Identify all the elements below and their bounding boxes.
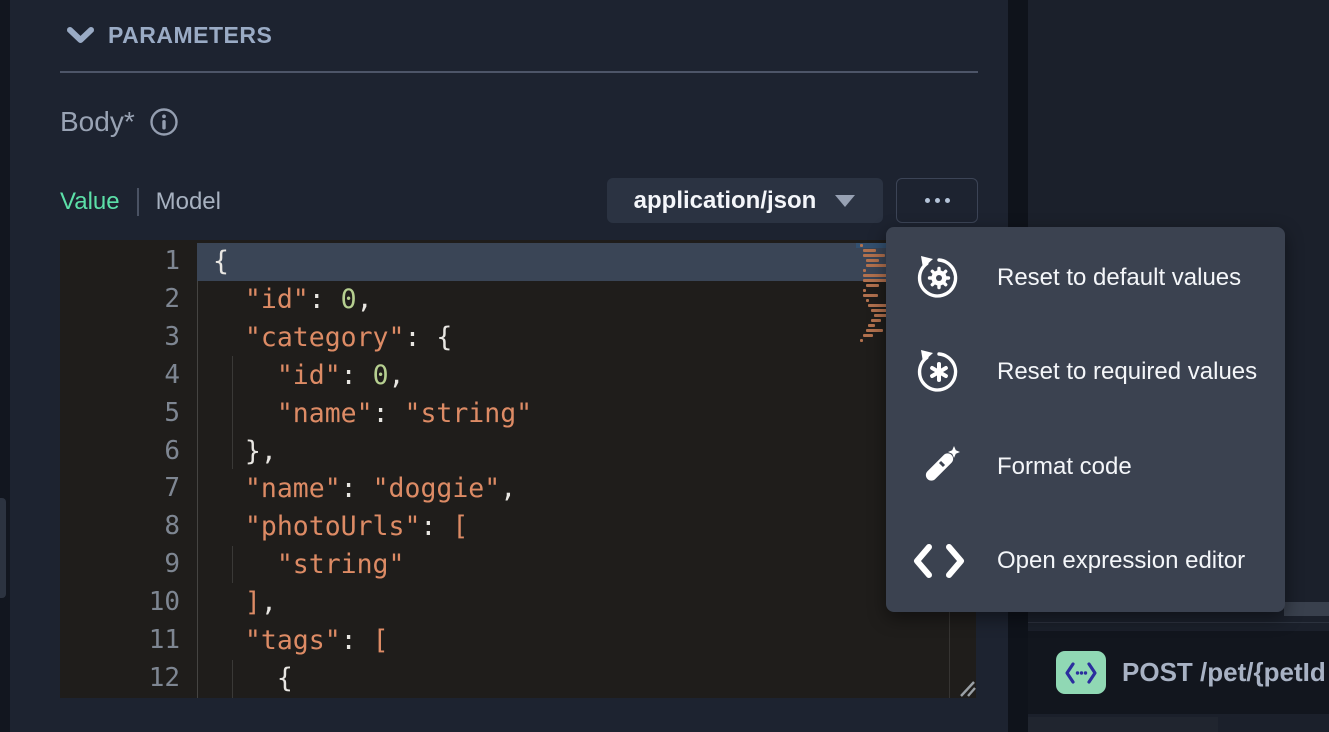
reset-required-icon bbox=[911, 344, 967, 400]
body-view-tabs: Value Model bbox=[60, 188, 221, 216]
expression-editor-icon bbox=[911, 533, 967, 589]
parameters-panel: PARAMETERS Body* Value Model application… bbox=[10, 0, 1008, 732]
content-type-value: application/json bbox=[634, 187, 817, 215]
code-lines[interactable]: { "id": 0, "category": { "id": 0, "name"… bbox=[213, 243, 532, 698]
indent-guide bbox=[232, 356, 233, 469]
indent-guide bbox=[232, 546, 233, 583]
ellipsis-icon bbox=[925, 198, 930, 203]
section-divider bbox=[60, 71, 978, 73]
sidebar-row-fragment bbox=[1028, 717, 1218, 732]
sidebar-scroll-fragment bbox=[1284, 602, 1329, 616]
caret-down-icon bbox=[834, 194, 856, 208]
content-type-dropdown[interactable]: application/json bbox=[607, 178, 883, 223]
menu-item-format-code[interactable]: Format code bbox=[886, 420, 1285, 514]
parameters-header[interactable]: PARAMETERS bbox=[67, 22, 272, 49]
post-method-badge bbox=[1056, 651, 1106, 694]
reset-default-icon bbox=[911, 250, 967, 306]
left-scrollbar-track bbox=[0, 0, 10, 732]
menu-item-reset-required[interactable]: Reset to required values bbox=[886, 325, 1285, 419]
indent-guide bbox=[232, 660, 233, 698]
tab-model[interactable]: Model bbox=[156, 188, 221, 216]
menu-item-reset-default[interactable]: Reset to default values bbox=[886, 231, 1285, 325]
info-icon[interactable] bbox=[149, 107, 179, 137]
tab-value[interactable]: Value bbox=[60, 188, 120, 216]
menu-item-label: Open expression editor bbox=[997, 547, 1245, 575]
editor-options-menu: Reset to default values Reset to require… bbox=[886, 227, 1285, 612]
menu-item-label: Reset to default values bbox=[997, 264, 1241, 292]
menu-item-expression-editor[interactable]: Open expression editor bbox=[886, 514, 1285, 608]
json-body-editor[interactable]: 123456789101112 { "id": 0, "category": {… bbox=[60, 240, 976, 698]
endpoint-label: POST /pet/{petId bbox=[1122, 657, 1326, 688]
sidebar-divider bbox=[1028, 622, 1329, 623]
more-options-button[interactable] bbox=[896, 178, 978, 223]
body-label: Body* bbox=[60, 106, 135, 138]
api-operation-icon bbox=[1064, 660, 1098, 686]
minimap-border bbox=[949, 612, 950, 698]
menu-item-label: Reset to required values bbox=[997, 358, 1257, 386]
endpoint-list-item[interactable]: POST /pet/{petId bbox=[1028, 631, 1329, 714]
resize-handle-icon[interactable] bbox=[955, 678, 976, 698]
gutter-border bbox=[197, 281, 198, 698]
section-title: PARAMETERS bbox=[108, 22, 272, 49]
menu-item-label: Format code bbox=[997, 453, 1132, 481]
line-numbers: 123456789101112 bbox=[60, 243, 180, 698]
chevron-down-icon bbox=[67, 27, 94, 45]
tab-separator bbox=[137, 188, 139, 216]
format-code-icon bbox=[911, 439, 967, 495]
left-scrollbar-thumb[interactable] bbox=[0, 498, 6, 598]
tryit-panel: PARAMETERS Body* Value Model application… bbox=[0, 0, 1329, 732]
